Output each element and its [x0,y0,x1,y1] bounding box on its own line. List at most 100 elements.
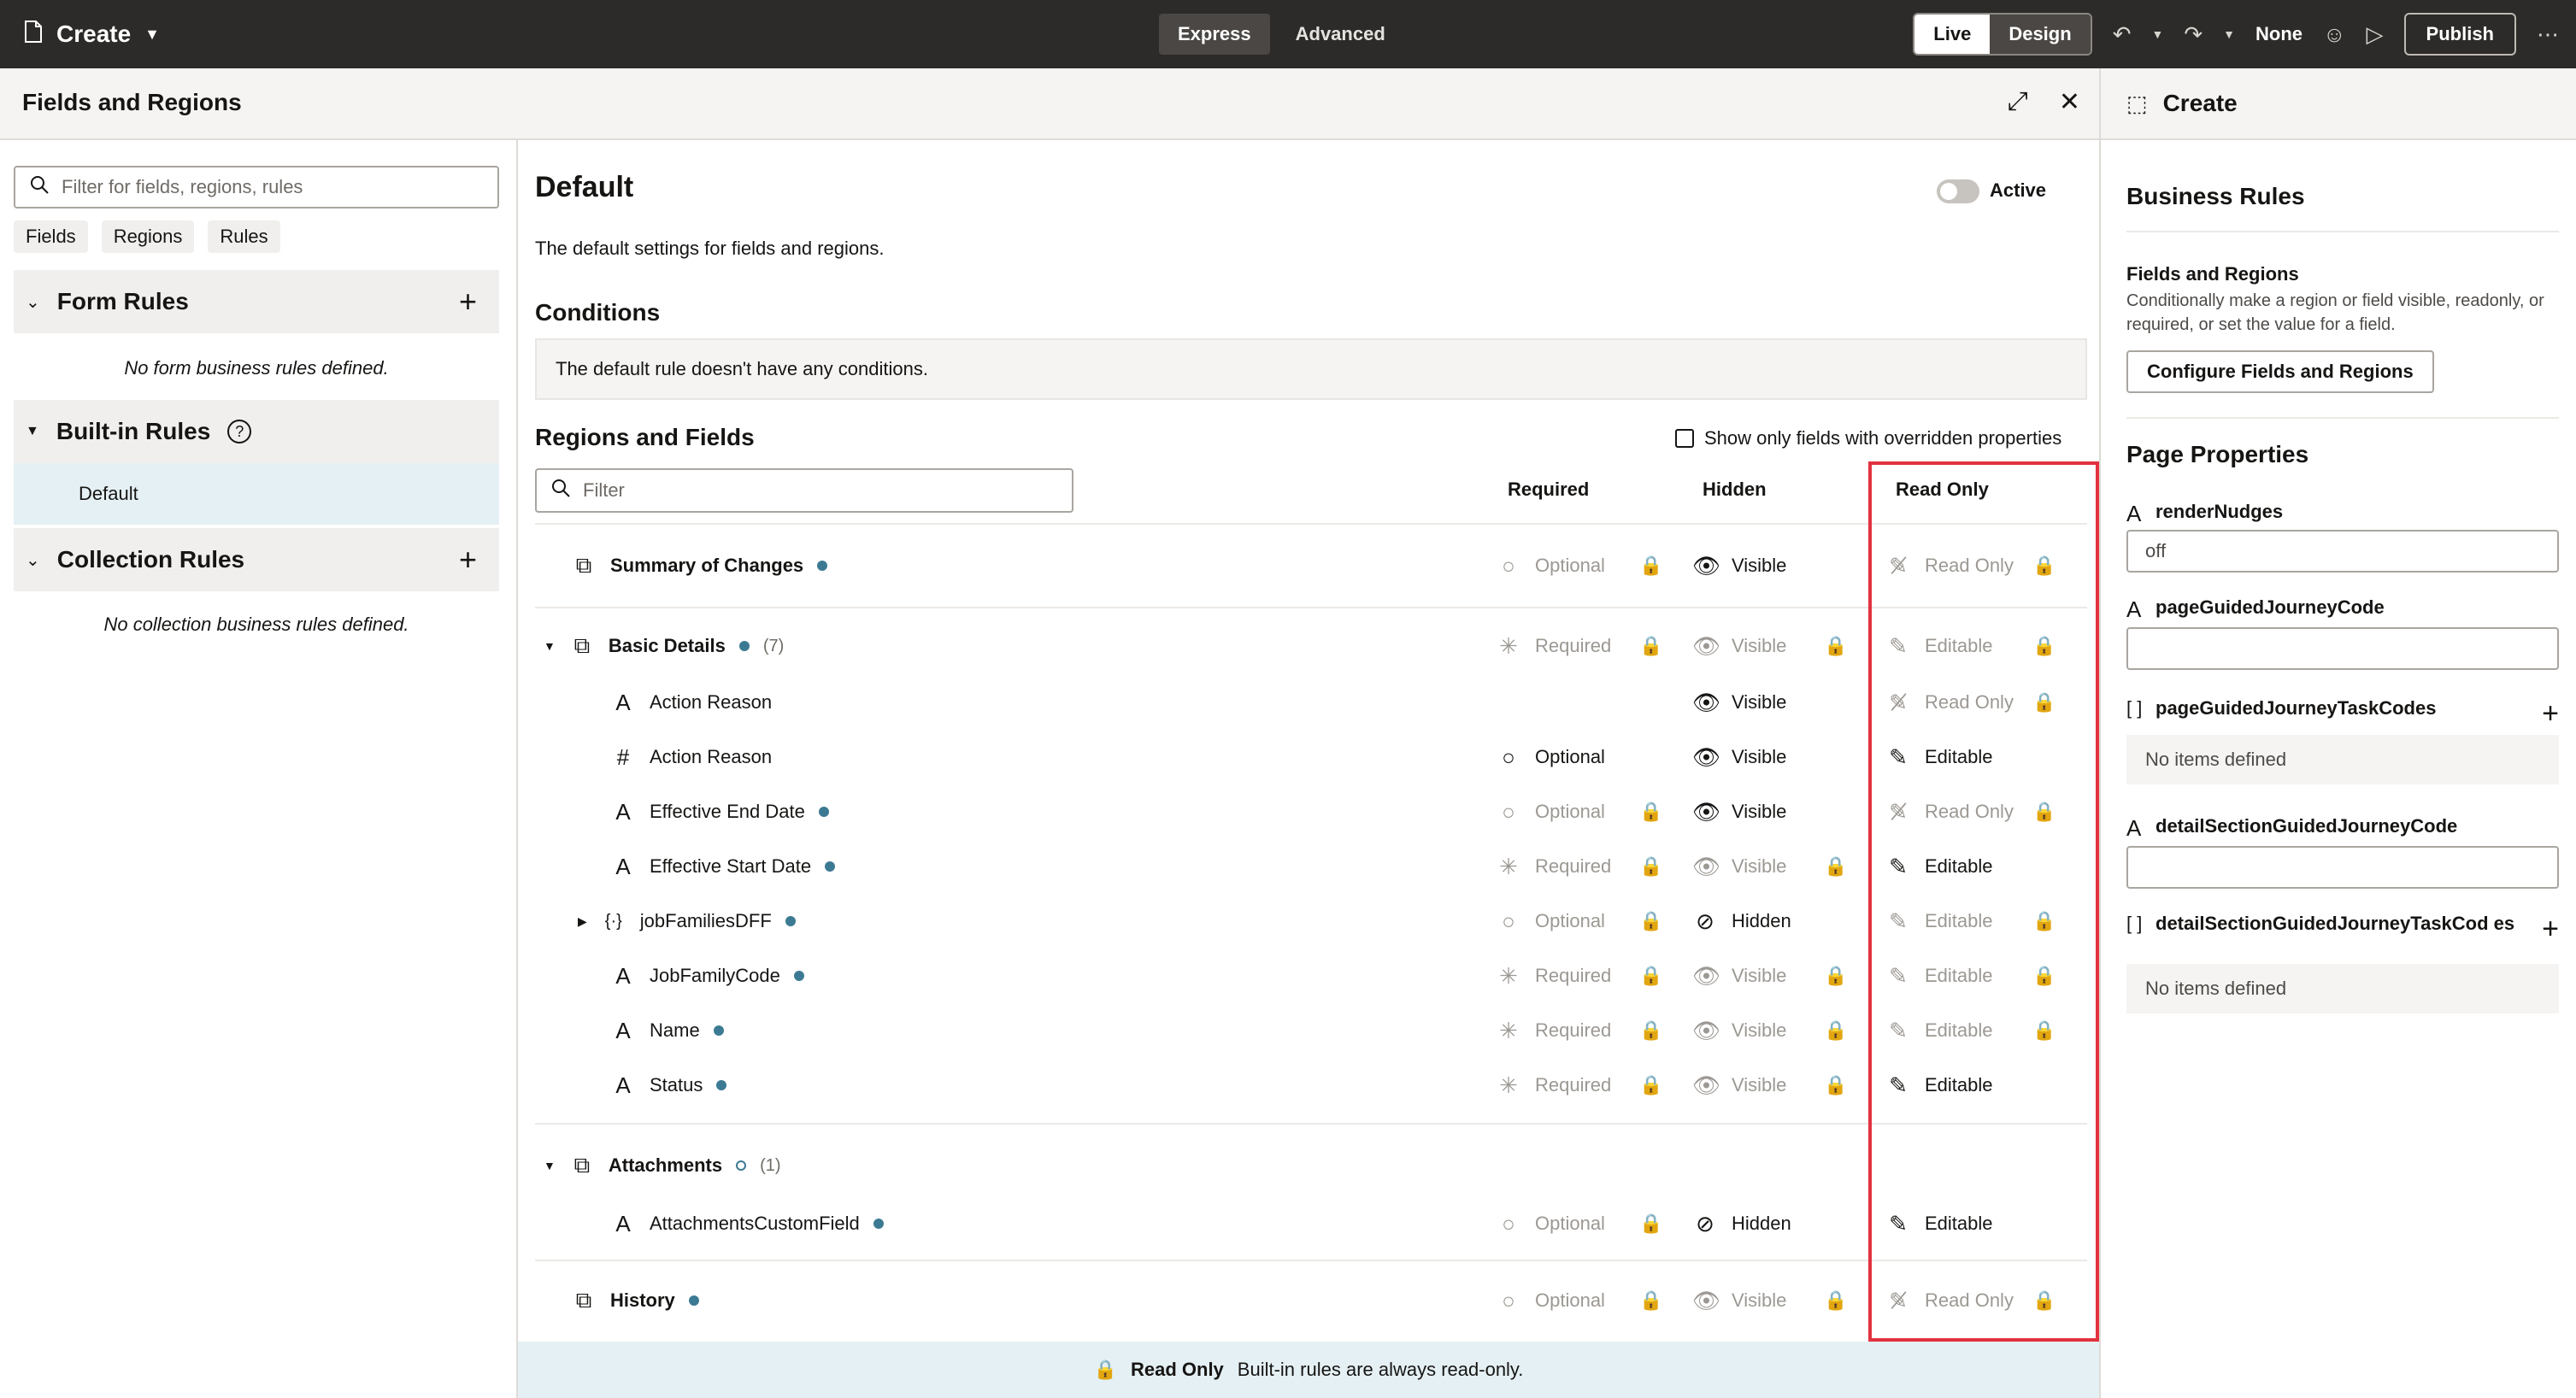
smiley-icon[interactable]: ☺ [2323,21,2346,48]
required-value[interactable]: Optional [1535,746,1605,768]
play-icon[interactable]: ▷ [2367,21,2384,48]
optional-icon: ○ [1502,1210,1515,1236]
rules-search-input[interactable]: Filter for fields, regions, rules [14,166,499,209]
row-name: History [610,1289,675,1311]
pencil-icon[interactable]: ✎ [1885,744,1911,771]
text-field-icon: A [2126,596,2142,622]
optional-icon[interactable]: ○ [1496,744,1521,771]
caret-down-icon[interactable]: ▼ [26,424,39,439]
text-field-icon: A [615,689,631,715]
expand-icon[interactable]: ⤢ [2008,87,2028,117]
eye-icon: 👁 [1692,1287,1721,1313]
none-label[interactable]: None [2255,23,2303,45]
page-guided-journey-code-input[interactable] [2126,627,2559,670]
hidden-value[interactable]: Hidden [1732,910,1791,932]
checkbox[interactable] [1675,429,1694,448]
add-form-rule-icon[interactable]: + [459,284,477,320]
caret-down-icon[interactable]: ▼ [544,1159,556,1172]
read-only-value[interactable]: Editable [1925,855,1993,878]
collection-rules-section[interactable]: ⌄ Collection Rules + [14,528,499,591]
live-design-toggle: Live Design [1913,13,2092,56]
chip-rules[interactable]: Rules [208,220,280,253]
pencil-icon[interactable]: ✎ [1885,1211,1911,1237]
table-row: A Name ✳ Required 🔒 👁 Visible 🔒 ✎ Editable 🔒 [535,1003,2087,1058]
lock-icon: 🔒 [1639,1213,1663,1234]
hidden-value: Visible [1732,635,1787,656]
eye-icon[interactable]: 👁 [1692,744,1720,771]
caret-right-icon[interactable]: ▶ [578,914,587,929]
express-tab[interactable]: Express [1159,14,1270,55]
fields-filter-input[interactable]: Filter [535,468,1073,513]
undo-icon[interactable]: ↶ [2113,21,2132,48]
prop-detail-section-guided-journey-code: A detailSectionGuidedJourneyCode [2126,815,2559,842]
collection-rules-title: Collection Rules [56,546,245,573]
builtin-rules-section[interactable]: ▼ Built-in Rules ? [14,400,499,463]
lock-icon: 🔒 [2032,1289,2056,1311]
pencil-icon: ✎ [1889,1017,1908,1043]
row-name: Basic Details [608,635,726,656]
redo-menu-icon[interactable]: ▼ [2223,27,2235,41]
chip-fields[interactable]: Fields [14,220,88,253]
eye-icon: 👁 [1692,552,1721,579]
status-dot [716,1080,727,1090]
design-button[interactable]: Design [1990,15,2091,54]
chevron-down-icon[interactable]: ⌄ [26,549,40,571]
publish-button[interactable]: Publish [2403,13,2516,56]
eye-off-icon[interactable]: ⊘ [1692,1211,1718,1237]
read-only-value: Editable [1925,635,1993,656]
more-icon[interactable]: ⋯ [2537,21,2559,48]
page-title-menu[interactable]: Create ▼ [24,0,160,68]
lock-icon: 🔒 [2032,910,2056,931]
eye-off-icon[interactable]: ⊘ [1692,908,1718,935]
chevron-down-icon[interactable]: ▼ [144,26,160,44]
topbar-actions: Live Design ↶ ▼ ↷ ▼ None ☺ ▷ Publish ⋯ [1913,0,2559,68]
table-row: A Action Reason 👁 Visible ✎̸ Read Only 🔒 [535,675,2087,730]
top-bar: Create ▼ Express Advanced Live Design ↶ … [0,0,2576,68]
prop-label: renderNudges [2155,501,2284,522]
configure-fields-regions-button[interactable]: Configure Fields and Regions [2126,350,2434,393]
help-icon[interactable]: ? [227,420,252,443]
hidden-value[interactable]: Hidden [1732,1213,1791,1235]
prop-detail-section-guided-journey-task-codes: [ ] detailSectionGuidedJourneyTaskCod es… [2126,913,2559,945]
lock-icon: 🔒 [2032,555,2056,576]
optional-icon: ○ [1502,552,1515,579]
page-title: Create [56,21,132,47]
required-value: Optional [1535,1213,1605,1234]
active-toggle[interactable] [1937,179,1979,203]
live-button[interactable]: Live [1914,15,1991,54]
detail-section-guided-journey-code-input[interactable] [2126,846,2559,889]
advanced-tab[interactable]: Advanced [1277,14,1404,55]
form-rules-section[interactable]: ⌄ Form Rules + [14,270,499,333]
rule-item-default[interactable]: Default [14,463,499,525]
business-rules-title: Business Rules [2126,183,2305,209]
read-only-value[interactable]: Editable [1925,1213,1993,1235]
read-only-value: Editable [1925,910,1993,931]
hidden-value[interactable]: Visible [1732,746,1786,768]
add-item-icon[interactable]: + [2542,913,2559,946]
show-overridden-checkbox[interactable]: Show only fields with overridden propert… [1675,427,2061,449]
prop-label: pageGuidedJourneyTaskCodes [2155,697,2437,719]
conditions-box: The default rule doesn't have any condit… [535,338,2087,400]
chevron-down-icon[interactable]: ⌄ [26,291,40,313]
required-value: Required [1535,635,1612,656]
undo-menu-icon[interactable]: ▼ [2151,27,2163,41]
read-only-value[interactable]: Editable [1925,1074,1993,1096]
lock-icon: 🔒 [1824,635,1848,656]
text-field-icon: A [2126,815,2142,841]
read-only-value[interactable]: Editable [1925,746,1993,768]
add-collection-rule-icon[interactable]: + [459,542,477,578]
close-icon[interactable]: ✕ [2059,87,2080,117]
conditions-title: Conditions [535,299,661,326]
table-row: A Effective End Date ○ Optional 🔒 👁 Visible… [535,784,2087,839]
lock-icon: 🔒 [1639,910,1663,931]
properties-panel: ⬚ Create Business Rules Fields and Regio… [2099,68,2576,1398]
pencil-icon[interactable]: ✎ [1885,1072,1911,1099]
redo-icon[interactable]: ↷ [2184,21,2203,48]
chip-regions[interactable]: Regions [101,220,195,253]
add-item-icon[interactable]: + [2542,697,2559,731]
read-only-icon: ✎̸ [1889,798,1908,825]
required-value: Optional [1535,801,1605,822]
render-nudges-input[interactable]: off [2126,530,2559,573]
pencil-icon[interactable]: ✎ [1885,854,1911,880]
caret-down-icon[interactable]: ▼ [544,639,556,653]
